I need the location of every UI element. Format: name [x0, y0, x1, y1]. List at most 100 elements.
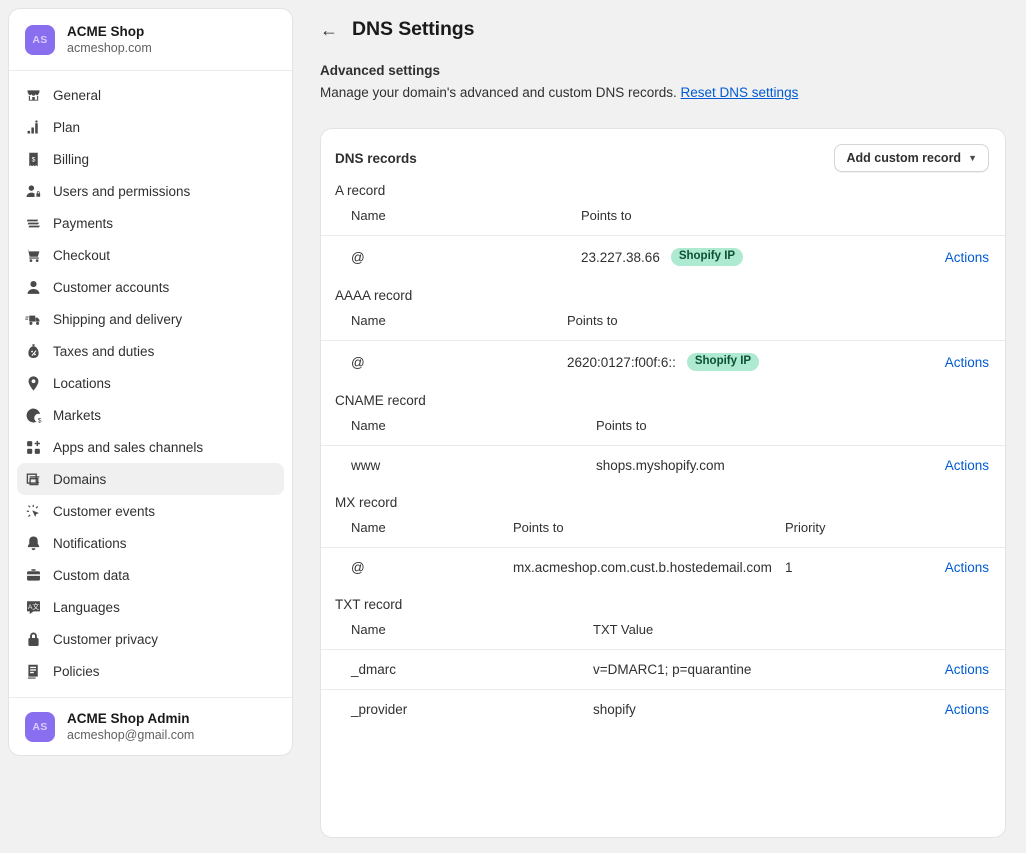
- record-table-mx: Name Points to Priority @ mx.acmeshop.co…: [321, 520, 1005, 587]
- column-header-priority: Priority: [785, 520, 826, 535]
- advanced-settings-text: Manage your domain's advanced and custom…: [320, 85, 677, 100]
- column-header-points-to: Points to: [581, 208, 632, 223]
- sidebar-item-label: Locations: [53, 375, 111, 391]
- sidebar-item-general[interactable]: General: [17, 79, 284, 111]
- store-icon: [25, 87, 42, 104]
- shop-header[interactable]: AS ACME Shop acmeshop.com: [9, 9, 292, 71]
- user-account-footer[interactable]: AS ACME Shop Admin acmeshop@gmail.com: [9, 697, 292, 755]
- sidebar-item-plan[interactable]: Plan: [17, 111, 284, 143]
- actions-link[interactable]: Actions: [945, 250, 989, 265]
- actions-link[interactable]: Actions: [945, 355, 989, 370]
- record-group-txt: TXT record Name TXT Value _dmarc v=DMARC…: [321, 597, 1005, 729]
- person-icon: [25, 279, 42, 296]
- actions-link[interactable]: Actions: [945, 662, 989, 677]
- record-actions-cell: Actions: [905, 445, 1005, 485]
- sidebar-item-markets[interactable]: $ Markets: [17, 399, 284, 431]
- table-row: @ 2620:0127:f00f:6:: Shopify IP Actions: [321, 340, 1005, 383]
- record-group-mx: MX record Name Points to Priority @ mx.a…: [321, 495, 1005, 587]
- record-name: _provider: [321, 689, 441, 729]
- column-header-actions: [905, 418, 1005, 446]
- record-name: @: [321, 340, 441, 383]
- record-group-a: A record Name Points to @ 23.227.38.66 S…: [321, 183, 1005, 278]
- status-badge: Shopify IP: [670, 248, 744, 266]
- record-group-label: AAAA record: [335, 288, 413, 303]
- column-header-name: Name: [351, 208, 386, 223]
- record-points-to: mx.acmeshop.com.cust.b.hostedemail.com: [441, 547, 785, 587]
- column-header-actions: [905, 313, 1005, 341]
- table-row: www shops.myshopify.com Actions: [321, 445, 1005, 485]
- record-group-cname: CNAME record Name Points to www shops.my…: [321, 393, 1005, 485]
- sidebar-item-label: Apps and sales channels: [53, 439, 204, 455]
- record-txt-value: shopify: [441, 689, 905, 729]
- record-table-cname: Name Points to www shops.myshopify.com A…: [321, 418, 1005, 485]
- record-points-to: shops.myshopify.com: [441, 445, 905, 485]
- add-custom-record-button[interactable]: Add custom record ▼: [834, 144, 989, 172]
- bell-icon: [25, 535, 42, 552]
- user-name: ACME Shop Admin: [67, 710, 190, 726]
- sidebar-item-languages[interactable]: A文 Languages: [17, 591, 284, 623]
- sidebar-item-label: Languages: [53, 599, 120, 615]
- custom-data-icon: [25, 567, 42, 584]
- record-actions-cell: Actions: [905, 547, 1005, 587]
- sidebar-item-label: General: [53, 87, 102, 103]
- globe-icon: $: [25, 407, 42, 424]
- cart-icon: [25, 247, 42, 264]
- back-arrow-icon[interactable]: ←: [320, 21, 338, 39]
- record-points-to: 2620:0127:f00f:6::: [567, 354, 676, 370]
- record-actions-cell: Actions: [905, 689, 1005, 729]
- actions-link[interactable]: Actions: [945, 560, 989, 575]
- sidebar-item-users-and-permissions[interactable]: Users and permissions: [17, 175, 284, 207]
- dns-records-title: DNS records: [335, 150, 417, 166]
- column-header-txt-value: TXT Value: [593, 622, 654, 637]
- languages-icon: A文: [25, 599, 42, 616]
- record-table-txt: Name TXT Value _dmarc v=DMARC1; p=quaran…: [321, 622, 1005, 729]
- record-priority: 1: [785, 547, 905, 587]
- sidebar-item-label: Domains: [53, 471, 107, 487]
- table-header-row: Name TXT Value: [321, 622, 1005, 650]
- column-header-points-to: Points to: [567, 313, 618, 328]
- sidebar-nav: General Plan $ Billing Users and permiss…: [9, 71, 292, 693]
- sidebar-item-notifications[interactable]: Notifications: [17, 527, 284, 559]
- users-icon: [25, 183, 42, 200]
- record-table-a: Name Points to @ 23.227.38.66 Shopify IP: [321, 208, 1005, 278]
- sidebar-item-policies[interactable]: Policies: [17, 655, 284, 687]
- shop-avatar: AS: [25, 24, 55, 55]
- sidebar-item-apps-and-sales-channels[interactable]: Apps and sales channels: [17, 431, 284, 463]
- sidebar-item-locations[interactable]: Locations: [17, 367, 284, 399]
- actions-link[interactable]: Actions: [945, 702, 989, 717]
- record-table-aaaa: Name Points to @ 2620:0127:f00f:6:: Shop…: [321, 313, 1005, 383]
- sidebar-item-domains[interactable]: Domains: [17, 463, 284, 495]
- taxes-icon: [25, 343, 42, 360]
- apps-icon: [25, 439, 42, 456]
- reset-dns-settings-link[interactable]: Reset DNS settings: [681, 85, 799, 100]
- sidebar-item-checkout[interactable]: Checkout: [17, 239, 284, 271]
- record-actions-cell: Actions: [905, 340, 1005, 383]
- chevron-down-icon: ▼: [968, 152, 977, 163]
- column-header-name: Name: [351, 622, 386, 637]
- sidebar-item-label: Taxes and duties: [53, 343, 155, 359]
- actions-link[interactable]: Actions: [945, 458, 989, 473]
- record-group-label: TXT record: [335, 597, 403, 612]
- table-row: @ mx.acmeshop.com.cust.b.hostedemail.com…: [321, 547, 1005, 587]
- cursor-click-icon: [25, 503, 42, 520]
- sidebar-item-custom-data[interactable]: Custom data: [17, 559, 284, 591]
- sidebar-item-shipping-and-delivery[interactable]: Shipping and delivery: [17, 303, 284, 335]
- sidebar-item-customer-accounts[interactable]: Customer accounts: [17, 271, 284, 303]
- sidebar-item-customer-privacy[interactable]: Customer privacy: [17, 623, 284, 655]
- table-row: _dmarc v=DMARC1; p=quarantine Actions: [321, 649, 1005, 690]
- sidebar-item-customer-events[interactable]: Customer events: [17, 495, 284, 527]
- record-group-label: MX record: [335, 495, 398, 510]
- plan-icon: [25, 119, 42, 136]
- add-custom-record-label: Add custom record: [846, 151, 962, 165]
- sidebar-item-billing[interactable]: $ Billing: [17, 143, 284, 175]
- record-points-to-cell: 23.227.38.66 Shopify IP: [441, 235, 905, 278]
- record-group-label: CNAME record: [335, 393, 426, 408]
- sidebar-item-label: Policies: [53, 663, 100, 679]
- sidebar: AS ACME Shop acmeshop.com General Plan $…: [8, 8, 293, 756]
- advanced-settings-title: Advanced settings: [320, 63, 441, 78]
- billing-icon: $: [25, 151, 42, 168]
- sidebar-item-payments[interactable]: Payments: [17, 207, 284, 239]
- sidebar-item-label: Shipping and delivery: [53, 311, 183, 327]
- sidebar-item-taxes-and-duties[interactable]: Taxes and duties: [17, 335, 284, 367]
- sidebar-item-label: Plan: [53, 119, 81, 135]
